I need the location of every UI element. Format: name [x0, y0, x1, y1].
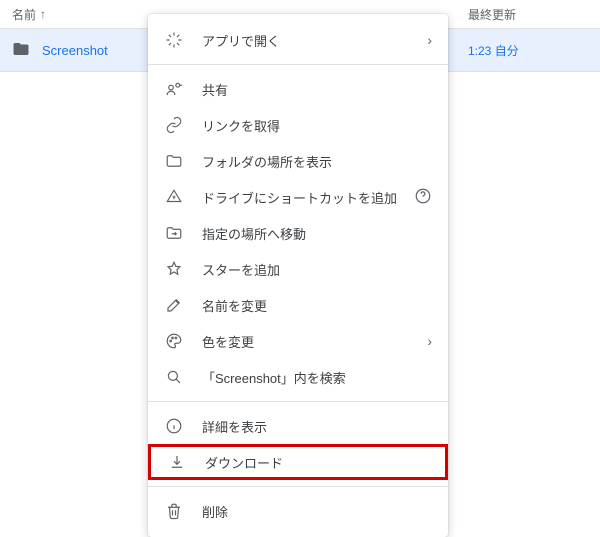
menu-separator — [148, 486, 448, 487]
drive-shortcut-icon — [164, 187, 184, 207]
menu-label: 削除 — [202, 502, 432, 521]
menu-label: 「Screenshot」内を検索 — [202, 368, 432, 387]
folder-icon — [12, 40, 30, 61]
menu-label: 名前を変更 — [202, 296, 432, 315]
menu-get-link[interactable]: リンクを取得 — [148, 107, 448, 143]
menu-change-color[interactable]: 色を変更 › — [148, 323, 448, 359]
chevron-right-icon: › — [427, 333, 432, 349]
menu-remove[interactable]: 削除 — [148, 493, 448, 529]
menu-separator — [148, 64, 448, 65]
help-icon[interactable] — [414, 187, 432, 208]
menu-separator — [148, 401, 448, 402]
menu-label: ドライブにショートカットを追加 — [202, 188, 412, 207]
menu-show-location[interactable]: フォルダの場所を表示 — [148, 143, 448, 179]
info-icon — [164, 416, 184, 436]
menu-label: フォルダの場所を表示 — [202, 152, 432, 171]
menu-view-details[interactable]: 詳細を表示 — [148, 408, 448, 444]
menu-label: リンクを取得 — [202, 116, 432, 135]
menu-move-to[interactable]: 指定の場所へ移動 — [148, 215, 448, 251]
menu-open-with[interactable]: アプリで開く › — [148, 22, 448, 58]
header-updated-label[interactable]: 最終更新 — [468, 6, 588, 23]
context-menu: アプリで開く › 共有 リンクを取得 フォルダの場所を表示 ドライブにショートカ… — [148, 14, 448, 537]
menu-label: 詳細を表示 — [202, 417, 432, 436]
open-with-icon — [164, 30, 184, 50]
menu-label: ダウンロード — [205, 453, 429, 472]
share-icon — [164, 79, 184, 99]
folder-outline-icon — [164, 151, 184, 171]
menu-label: 指定の場所へ移動 — [202, 224, 432, 243]
menu-label: 共有 — [202, 80, 432, 99]
menu-add-star[interactable]: スターを追加 — [148, 251, 448, 287]
menu-rename[interactable]: 名前を変更 — [148, 287, 448, 323]
chevron-right-icon: › — [427, 32, 432, 48]
menu-add-shortcut[interactable]: ドライブにショートカットを追加 — [148, 179, 448, 215]
link-icon — [164, 115, 184, 135]
folder-updated: 1:23 自分 — [468, 42, 588, 59]
star-icon — [164, 259, 184, 279]
move-icon — [164, 223, 184, 243]
menu-download[interactable]: ダウンロード — [148, 444, 448, 480]
menu-label: 色を変更 — [202, 332, 427, 351]
menu-label: アプリで開く — [202, 31, 427, 50]
menu-label: スターを追加 — [202, 260, 432, 279]
menu-search-within[interactable]: 「Screenshot」内を検索 — [148, 359, 448, 395]
download-icon — [167, 452, 187, 472]
palette-icon — [164, 331, 184, 351]
menu-share[interactable]: 共有 — [148, 71, 448, 107]
sort-asc-icon: ↑ — [40, 7, 46, 21]
trash-icon — [164, 501, 184, 521]
rename-icon — [164, 295, 184, 315]
header-name-label: 名前 — [12, 6, 36, 23]
search-icon — [164, 367, 184, 387]
